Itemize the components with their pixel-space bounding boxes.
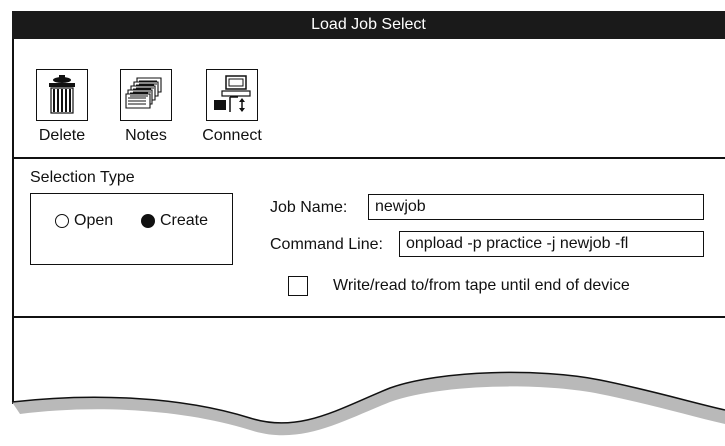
torn-edge-graphic [0,371,725,446]
